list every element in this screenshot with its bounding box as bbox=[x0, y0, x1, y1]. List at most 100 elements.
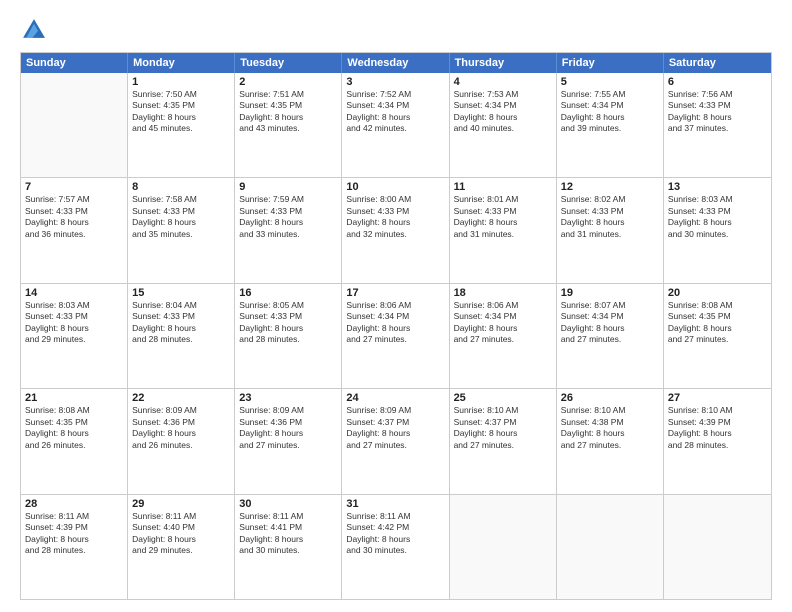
calendar-cell: 11Sunrise: 8:01 AMSunset: 4:33 PMDayligh… bbox=[450, 178, 557, 282]
day-number: 28 bbox=[25, 498, 123, 510]
header-cell-thursday: Thursday bbox=[450, 53, 557, 73]
calendar-cell: 3Sunrise: 7:52 AMSunset: 4:34 PMDaylight… bbox=[342, 73, 449, 177]
calendar-cell: 20Sunrise: 8:08 AMSunset: 4:35 PMDayligh… bbox=[664, 284, 771, 388]
cell-content: Sunrise: 7:51 AMSunset: 4:35 PMDaylight:… bbox=[239, 89, 337, 135]
logo bbox=[20, 16, 54, 44]
day-number: 2 bbox=[239, 76, 337, 88]
calendar-cell: 23Sunrise: 8:09 AMSunset: 4:36 PMDayligh… bbox=[235, 389, 342, 493]
cell-content: Sunrise: 8:10 AMSunset: 4:39 PMDaylight:… bbox=[668, 405, 767, 451]
cell-content: Sunrise: 7:58 AMSunset: 4:33 PMDaylight:… bbox=[132, 194, 230, 240]
calendar-cell: 28Sunrise: 8:11 AMSunset: 4:39 PMDayligh… bbox=[21, 495, 128, 599]
day-number: 27 bbox=[668, 392, 767, 404]
header-cell-sunday: Sunday bbox=[21, 53, 128, 73]
cell-content: Sunrise: 8:11 AMSunset: 4:41 PMDaylight:… bbox=[239, 511, 337, 557]
calendar-cell: 26Sunrise: 8:10 AMSunset: 4:38 PMDayligh… bbox=[557, 389, 664, 493]
day-number: 25 bbox=[454, 392, 552, 404]
cell-content: Sunrise: 8:01 AMSunset: 4:33 PMDaylight:… bbox=[454, 194, 552, 240]
cell-content: Sunrise: 8:11 AMSunset: 4:40 PMDaylight:… bbox=[132, 511, 230, 557]
cell-content: Sunrise: 8:07 AMSunset: 4:34 PMDaylight:… bbox=[561, 300, 659, 346]
day-number: 26 bbox=[561, 392, 659, 404]
day-number: 7 bbox=[25, 181, 123, 193]
calendar-cell: 5Sunrise: 7:55 AMSunset: 4:34 PMDaylight… bbox=[557, 73, 664, 177]
calendar-cell: 22Sunrise: 8:09 AMSunset: 4:36 PMDayligh… bbox=[128, 389, 235, 493]
day-number: 5 bbox=[561, 76, 659, 88]
calendar-cell: 13Sunrise: 8:03 AMSunset: 4:33 PMDayligh… bbox=[664, 178, 771, 282]
header-cell-friday: Friday bbox=[557, 53, 664, 73]
day-number: 3 bbox=[346, 76, 444, 88]
cell-content: Sunrise: 8:05 AMSunset: 4:33 PMDaylight:… bbox=[239, 300, 337, 346]
cell-content: Sunrise: 8:03 AMSunset: 4:33 PMDaylight:… bbox=[668, 194, 767, 240]
calendar-cell: 9Sunrise: 7:59 AMSunset: 4:33 PMDaylight… bbox=[235, 178, 342, 282]
calendar-cell bbox=[450, 495, 557, 599]
calendar-cell: 2Sunrise: 7:51 AMSunset: 4:35 PMDaylight… bbox=[235, 73, 342, 177]
calendar-cell: 30Sunrise: 8:11 AMSunset: 4:41 PMDayligh… bbox=[235, 495, 342, 599]
calendar-cell: 19Sunrise: 8:07 AMSunset: 4:34 PMDayligh… bbox=[557, 284, 664, 388]
day-number: 21 bbox=[25, 392, 123, 404]
calendar-week-4: 21Sunrise: 8:08 AMSunset: 4:35 PMDayligh… bbox=[21, 388, 771, 493]
calendar-header: SundayMondayTuesdayWednesdayThursdayFrid… bbox=[21, 53, 771, 73]
day-number: 10 bbox=[346, 181, 444, 193]
calendar-week-5: 28Sunrise: 8:11 AMSunset: 4:39 PMDayligh… bbox=[21, 494, 771, 599]
calendar-cell: 24Sunrise: 8:09 AMSunset: 4:37 PMDayligh… bbox=[342, 389, 449, 493]
cell-content: Sunrise: 8:08 AMSunset: 4:35 PMDaylight:… bbox=[25, 405, 123, 451]
cell-content: Sunrise: 8:02 AMSunset: 4:33 PMDaylight:… bbox=[561, 194, 659, 240]
calendar-cell: 27Sunrise: 8:10 AMSunset: 4:39 PMDayligh… bbox=[664, 389, 771, 493]
day-number: 16 bbox=[239, 287, 337, 299]
header-cell-tuesday: Tuesday bbox=[235, 53, 342, 73]
day-number: 19 bbox=[561, 287, 659, 299]
cell-content: Sunrise: 8:10 AMSunset: 4:38 PMDaylight:… bbox=[561, 405, 659, 451]
day-number: 20 bbox=[668, 287, 767, 299]
calendar-cell: 6Sunrise: 7:56 AMSunset: 4:33 PMDaylight… bbox=[664, 73, 771, 177]
calendar-cell: 18Sunrise: 8:06 AMSunset: 4:34 PMDayligh… bbox=[450, 284, 557, 388]
cell-content: Sunrise: 7:59 AMSunset: 4:33 PMDaylight:… bbox=[239, 194, 337, 240]
cell-content: Sunrise: 8:08 AMSunset: 4:35 PMDaylight:… bbox=[668, 300, 767, 346]
cell-content: Sunrise: 8:03 AMSunset: 4:33 PMDaylight:… bbox=[25, 300, 123, 346]
page: SundayMondayTuesdayWednesdayThursdayFrid… bbox=[0, 0, 792, 612]
calendar-body: 1Sunrise: 7:50 AMSunset: 4:35 PMDaylight… bbox=[21, 73, 771, 599]
day-number: 22 bbox=[132, 392, 230, 404]
day-number: 24 bbox=[346, 392, 444, 404]
header-cell-saturday: Saturday bbox=[664, 53, 771, 73]
cell-content: Sunrise: 7:57 AMSunset: 4:33 PMDaylight:… bbox=[25, 194, 123, 240]
calendar-cell: 29Sunrise: 8:11 AMSunset: 4:40 PMDayligh… bbox=[128, 495, 235, 599]
cell-content: Sunrise: 7:55 AMSunset: 4:34 PMDaylight:… bbox=[561, 89, 659, 135]
day-number: 12 bbox=[561, 181, 659, 193]
header-cell-wednesday: Wednesday bbox=[342, 53, 449, 73]
day-number: 31 bbox=[346, 498, 444, 510]
day-number: 17 bbox=[346, 287, 444, 299]
day-number: 1 bbox=[132, 76, 230, 88]
calendar-cell: 15Sunrise: 8:04 AMSunset: 4:33 PMDayligh… bbox=[128, 284, 235, 388]
calendar-week-1: 1Sunrise: 7:50 AMSunset: 4:35 PMDaylight… bbox=[21, 73, 771, 177]
cell-content: Sunrise: 8:09 AMSunset: 4:36 PMDaylight:… bbox=[132, 405, 230, 451]
calendar-cell: 12Sunrise: 8:02 AMSunset: 4:33 PMDayligh… bbox=[557, 178, 664, 282]
cell-content: Sunrise: 7:56 AMSunset: 4:33 PMDaylight:… bbox=[668, 89, 767, 135]
day-number: 11 bbox=[454, 181, 552, 193]
cell-content: Sunrise: 8:11 AMSunset: 4:42 PMDaylight:… bbox=[346, 511, 444, 557]
calendar-week-2: 7Sunrise: 7:57 AMSunset: 4:33 PMDaylight… bbox=[21, 177, 771, 282]
calendar-cell: 17Sunrise: 8:06 AMSunset: 4:34 PMDayligh… bbox=[342, 284, 449, 388]
day-number: 9 bbox=[239, 181, 337, 193]
calendar-cell: 14Sunrise: 8:03 AMSunset: 4:33 PMDayligh… bbox=[21, 284, 128, 388]
day-number: 13 bbox=[668, 181, 767, 193]
cell-content: Sunrise: 7:53 AMSunset: 4:34 PMDaylight:… bbox=[454, 89, 552, 135]
day-number: 23 bbox=[239, 392, 337, 404]
cell-content: Sunrise: 8:09 AMSunset: 4:36 PMDaylight:… bbox=[239, 405, 337, 451]
calendar-cell: 1Sunrise: 7:50 AMSunset: 4:35 PMDaylight… bbox=[128, 73, 235, 177]
calendar-cell: 21Sunrise: 8:08 AMSunset: 4:35 PMDayligh… bbox=[21, 389, 128, 493]
cell-content: Sunrise: 8:09 AMSunset: 4:37 PMDaylight:… bbox=[346, 405, 444, 451]
calendar-cell bbox=[664, 495, 771, 599]
header bbox=[20, 16, 772, 44]
day-number: 15 bbox=[132, 287, 230, 299]
cell-content: Sunrise: 7:52 AMSunset: 4:34 PMDaylight:… bbox=[346, 89, 444, 135]
cell-content: Sunrise: 7:50 AMSunset: 4:35 PMDaylight:… bbox=[132, 89, 230, 135]
day-number: 18 bbox=[454, 287, 552, 299]
day-number: 8 bbox=[132, 181, 230, 193]
calendar-cell: 16Sunrise: 8:05 AMSunset: 4:33 PMDayligh… bbox=[235, 284, 342, 388]
calendar-cell bbox=[21, 73, 128, 177]
logo-icon bbox=[20, 16, 48, 44]
day-number: 29 bbox=[132, 498, 230, 510]
cell-content: Sunrise: 8:11 AMSunset: 4:39 PMDaylight:… bbox=[25, 511, 123, 557]
cell-content: Sunrise: 8:10 AMSunset: 4:37 PMDaylight:… bbox=[454, 405, 552, 451]
header-cell-monday: Monday bbox=[128, 53, 235, 73]
day-number: 14 bbox=[25, 287, 123, 299]
